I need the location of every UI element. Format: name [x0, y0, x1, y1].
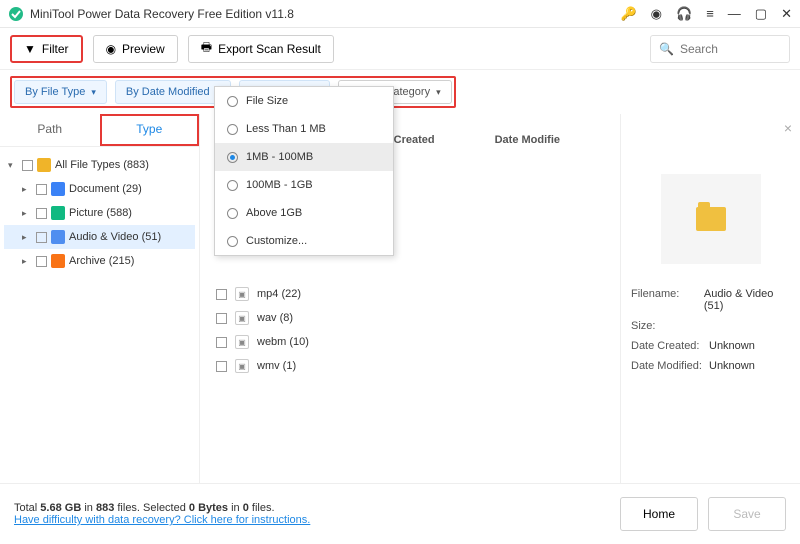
- filter-by-type[interactable]: By File Type▾: [14, 80, 107, 104]
- tree-document[interactable]: ▸Document (29): [4, 177, 195, 201]
- tab-type[interactable]: Type: [100, 114, 200, 146]
- size-opt-lt1mb[interactable]: Less Than 1 MB: [215, 115, 393, 143]
- checkbox[interactable]: [36, 184, 47, 195]
- checkbox[interactable]: [216, 289, 227, 300]
- size-opt-customize[interactable]: Customize...: [215, 227, 393, 255]
- radio-icon: [227, 236, 238, 247]
- app-logo-icon: [8, 6, 24, 22]
- size-opt-above1gb[interactable]: Above 1GB: [215, 199, 393, 227]
- size-dropdown: File Size Less Than 1 MB 1MB - 100MB 100…: [214, 86, 394, 256]
- search-input[interactable]: [680, 42, 781, 56]
- search-box[interactable]: 🔍: [650, 35, 790, 63]
- tree-root[interactable]: ▾All File Types (883): [4, 153, 195, 177]
- tree-archive[interactable]: ▸Archive (215): [4, 249, 195, 273]
- home-button[interactable]: Home: [620, 497, 698, 531]
- close-icon[interactable]: ✕: [781, 6, 792, 22]
- file-tree: ▾All File Types (883) ▸Document (29) ▸Pi…: [0, 147, 199, 279]
- col-date-modified[interactable]: Date Modifie: [495, 134, 560, 146]
- window-title: MiniTool Power Data Recovery Free Editio…: [30, 7, 620, 21]
- checkbox[interactable]: [36, 208, 47, 219]
- preview-button[interactable]: ◉ Preview: [93, 35, 178, 63]
- checkbox[interactable]: [216, 361, 227, 372]
- meta-value: Unknown: [709, 340, 755, 352]
- folder-icon: [37, 158, 51, 172]
- meta-label: Filename:: [631, 288, 704, 312]
- list-item[interactable]: ▣webm (10): [212, 330, 608, 354]
- export-button[interactable]: 🖶 Export Scan Result: [188, 35, 334, 63]
- file-type-icon: ▣: [235, 359, 249, 373]
- checkbox[interactable]: [22, 160, 33, 171]
- expand-icon: ▸: [22, 184, 32, 195]
- filter-button[interactable]: ▼ Filter: [10, 35, 83, 63]
- list-item[interactable]: ▣wav (8): [212, 306, 608, 330]
- expand-icon: ▸: [22, 232, 32, 243]
- meta-value: Unknown: [709, 360, 755, 372]
- tab-path[interactable]: Path: [0, 114, 100, 146]
- checkbox[interactable]: [36, 256, 47, 267]
- meta-label: Date Modified:: [631, 360, 709, 372]
- checkbox[interactable]: [216, 337, 227, 348]
- audio-video-icon: [51, 230, 65, 244]
- radio-icon: [227, 208, 238, 219]
- details-pane: × Filename:Audio & Video (51) Size: Date…: [620, 114, 800, 483]
- sidebar: Path Type ▾All File Types (883) ▸Documen…: [0, 114, 200, 483]
- size-opt-1to100mb[interactable]: 1MB - 100MB: [215, 143, 393, 171]
- toolbar: ▼ Filter ◉ Preview 🖶 Export Scan Result …: [0, 28, 800, 70]
- document-icon: [51, 182, 65, 196]
- expand-icon: ▸: [22, 208, 32, 219]
- sidebar-tabs: Path Type: [0, 114, 199, 147]
- preview-label: Preview: [122, 42, 165, 56]
- radio-icon: [227, 96, 238, 107]
- archive-icon: [51, 254, 65, 268]
- list-item[interactable]: ▣wmv (1): [212, 354, 608, 378]
- checkbox[interactable]: [36, 232, 47, 243]
- maximize-icon[interactable]: ▢: [755, 6, 767, 22]
- radio-icon: [227, 124, 238, 135]
- help-link[interactable]: Have difficulty with data recovery? Clic…: [14, 514, 310, 526]
- eye-icon: ◉: [106, 42, 116, 56]
- meta-label: Size:: [631, 320, 709, 332]
- expand-icon: ▸: [22, 256, 32, 267]
- close-details-icon[interactable]: ×: [784, 120, 792, 136]
- filter-icon: ▼: [24, 42, 36, 56]
- status-text: Total 5.68 GB in 883 files. Selected 0 B…: [14, 502, 620, 526]
- radio-icon: [227, 152, 238, 163]
- file-list: ▣mp4 (22) ▣wav (8) ▣webm (10) ▣wmv (1): [200, 274, 620, 386]
- titlebar: MiniTool Power Data Recovery Free Editio…: [0, 0, 800, 28]
- menu-icon[interactable]: ≡: [706, 6, 714, 21]
- meta-value: Audio & Video (51): [704, 288, 790, 312]
- folder-icon: [696, 207, 726, 231]
- file-type-icon: ▣: [235, 335, 249, 349]
- minimize-icon[interactable]: —: [728, 6, 741, 21]
- meta-label: Date Created:: [631, 340, 709, 352]
- save-button[interactable]: Save: [708, 497, 786, 531]
- disc-icon[interactable]: ◉: [651, 6, 662, 22]
- collapse-icon: ▾: [8, 160, 18, 171]
- headphones-icon[interactable]: 🎧: [676, 6, 692, 22]
- checkbox[interactable]: [216, 313, 227, 324]
- search-icon: 🔍: [659, 42, 674, 56]
- main-area: Path Type ▾All File Types (883) ▸Documen…: [0, 114, 800, 484]
- key-icon[interactable]: 🔑: [620, 6, 636, 22]
- list-item[interactable]: ▣mp4 (22): [212, 282, 608, 306]
- radio-icon: [227, 180, 238, 191]
- preview-thumbnail: [661, 174, 761, 264]
- picture-icon: [51, 206, 65, 220]
- file-type-icon: ▣: [235, 287, 249, 301]
- size-opt-all[interactable]: File Size: [215, 87, 393, 115]
- tree-picture[interactable]: ▸Picture (588): [4, 201, 195, 225]
- file-type-icon: ▣: [235, 311, 249, 325]
- chevron-down-icon: ▾: [436, 87, 441, 98]
- details-meta: Filename:Audio & Video (51) Size: Date C…: [631, 284, 790, 376]
- filter-bar: By File Type▾ By Date Modified▾ By File …: [0, 70, 800, 114]
- status-bar: Total 5.68 GB in 883 files. Selected 0 B…: [0, 484, 800, 544]
- export-icon: 🖶: [201, 38, 212, 59]
- export-label: Export Scan Result: [218, 42, 321, 56]
- size-opt-100mbto1gb[interactable]: 100MB - 1GB: [215, 171, 393, 199]
- chevron-down-icon: ▾: [91, 87, 96, 98]
- tree-audio-video[interactable]: ▸Audio & Video (51): [4, 225, 195, 249]
- filter-label: Filter: [42, 42, 69, 56]
